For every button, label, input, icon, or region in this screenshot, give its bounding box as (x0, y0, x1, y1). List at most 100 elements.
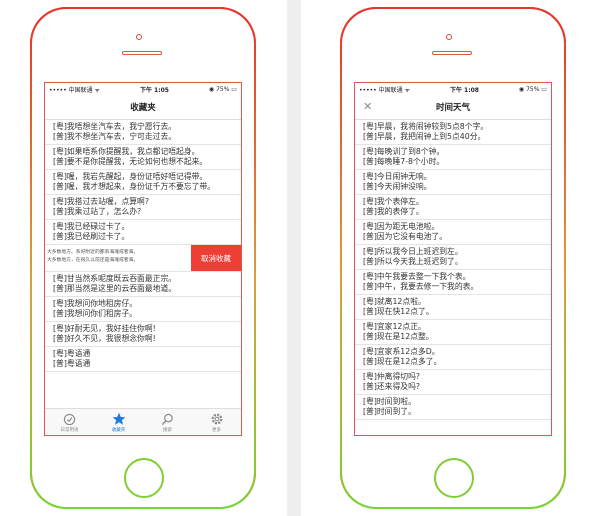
list-item[interactable]: [粤]每晚训了到8个钟。 [普]每晚睡7-8个小时。 (355, 145, 551, 170)
list-item[interactable]: [粤]我已经碌过卡了。 [普]我已经刷过卡了。 (45, 220, 241, 245)
cantonese-text: [粤]我想问你地租房仔。 (53, 299, 138, 308)
list-item[interactable]: [粤]时间到啦。 [普]时间到了。 (355, 395, 551, 420)
list-item[interactable]: [粤]所以我今日上班迟到左。 [普]所以今天我上班迟到了。 (355, 245, 551, 270)
panel-divider (287, 0, 301, 516)
mandarin-text: [普]我已经刷过卡了。 (53, 232, 130, 241)
list-item[interactable]: [粤]我想问你地租房仔。 [普]我想问你们租房子。 (45, 297, 241, 322)
status-bar: ••••• 中国联通 ᯤ 下午 1:05 ◉ 75% ▭ (45, 83, 241, 95)
mandarin-text: [普]所以今天我上班迟到了。 (363, 257, 463, 266)
earpiece-speaker (432, 51, 472, 55)
mandarin-text: [普]因为它没有电池了。 (363, 232, 448, 241)
cantonese-text: 大多数地方。系好附近的都系海滩或者海。 (47, 250, 139, 255)
home-button[interactable] (124, 458, 164, 498)
mandarin-text: [普]喔，我才想起来，身份证千万不要忘了带。 (53, 182, 216, 191)
cantonese-text: [粤]时间到啦。 (363, 397, 416, 406)
search-icon (161, 412, 174, 427)
battery-label: ◉ 75% ▭ (208, 85, 237, 93)
tab-label: 收藏夹 (111, 427, 126, 433)
page-title: 时间天气 (435, 103, 470, 113)
nav-bar: ✕ 时间天气 (355, 95, 551, 120)
tab-label: 日常用语 (60, 427, 79, 433)
cantonese-text: [粤]就离12点啦。 (363, 297, 426, 306)
mandarin-text: [普]每晚睡7-8个小时。 (363, 157, 445, 166)
status-time: 下午 1:05 (139, 86, 169, 94)
mandarin-text: [普]我不想坐汽车去，宁可走过去。 (53, 132, 177, 141)
cantonese-text: [粤]我个表停左。 (363, 197, 424, 206)
mandarin-text: [普]中午，我要去修一下我的表。 (363, 282, 479, 291)
earpiece-speaker (122, 51, 162, 55)
tab-daily-phrases[interactable]: 日常用语 (45, 409, 94, 435)
carrier-label: ••••• 中国联通 ᯤ (359, 86, 410, 94)
list-item[interactable]: [粤]仲离得切吗? [普]还来得及吗? (355, 370, 551, 395)
list-item[interactable]: [粤]宜家系12点多D。 [普]现在是12点多了。 (355, 345, 551, 370)
list-item[interactable]: [粤]粤语通 [普]粤语通 (45, 347, 241, 372)
cantonese-text: [粤]仲离得切吗? (363, 372, 421, 381)
mandarin-text: [普]还来得及吗? (363, 382, 421, 391)
battery-label: ◉ 75% ▭ (518, 85, 547, 93)
home-button[interactable] (434, 458, 474, 498)
mandarin-text: [普]现在快12点了。 (363, 307, 434, 316)
list-item[interactable]: [粤]甘当然系呢度既云吞面最正宗。 [普]那当然是这里的云吞面最地道。 (45, 272, 241, 297)
mandarin-text: 大多数地方，在很久以前还是海滩或者海。 (47, 258, 139, 263)
page-title: 收藏夹 (130, 103, 156, 113)
list-item[interactable]: [粤]就离12点啦。 [普]现在快12点了。 (355, 295, 551, 320)
mandarin-text: [普]今天闹钟没响。 (363, 182, 432, 191)
list-item[interactable]: [粤]好耐无见，我好挂住你啊! [普]好久不见，我很想念你啊! (45, 322, 241, 347)
tab-bar: 日常用语 收藏夹 搜索 更多 (45, 408, 241, 435)
cantonese-text: [粤]好耐无见，我好挂住你啊! (53, 324, 156, 333)
phone-frame-left: ••••• 中国联通 ᯤ 下午 1:05 ◉ 75% ▭ 收藏夹 [粤]我唔想坐… (30, 7, 256, 509)
mandarin-text: [普]我想问你们租房子。 (53, 309, 138, 318)
cantonese-text: [粤]粤语通 (53, 349, 91, 358)
mandarin-text: [普]那当然是这里的云吞面最地道。 (53, 284, 177, 293)
mandarin-text: [普]现在是12点多了。 (363, 357, 442, 366)
close-icon[interactable]: ✕ (363, 100, 372, 113)
cantonese-text: [粤]中午我要去整一下我个表。 (363, 272, 471, 281)
cantonese-text: [粤]每晚训了到8个钟。 (363, 147, 445, 156)
front-camera (136, 34, 142, 40)
cantonese-text: [粤]我搭过去站喔，点算啊? (53, 197, 149, 206)
mandarin-text: [普]现在是12点整。 (363, 332, 434, 341)
list-item[interactable]: [粤]我唔想坐汽车去，我宁愿行去。 [普]我不想坐汽车去，宁可走过去。 (45, 120, 241, 145)
front-camera (446, 34, 452, 40)
mandarin-text: [普]早晨，我把闹钟上到5点40分。 (363, 132, 486, 141)
tab-favorites[interactable]: 收藏夹 (94, 409, 143, 435)
list-item[interactable]: [粤]中午我要去整一下我个表。 [普]中午，我要去修一下我的表。 (355, 270, 551, 295)
cantonese-text: [粤]早晨，我将闹钟较到5点8个字。 (363, 122, 489, 131)
mandarin-text: [普]好久不见，我很想念你啊! (53, 334, 156, 343)
cantonese-text: [粤]我已经碌过卡了。 (53, 222, 130, 231)
tab-more[interactable]: 更多 (192, 409, 241, 435)
list-item[interactable]: [粤]我个表停左。 [普]我的表停了。 (355, 195, 551, 220)
mandarin-text: [普]要不是你提醒我，无论如何也想不起来。 (53, 157, 208, 166)
list-item[interactable]: [粤]宜家12点正。 [普]现在是12点整。 (355, 320, 551, 345)
screen-time-weather: ••••• 中国联通 ᯤ 下午 1:08 ◉ 75% ▭ ✕ 时间天气 [粤]早… (354, 82, 552, 436)
list-item[interactable]: [粤]因为距无电池啦。 [普]因为它没有电池了。 (355, 220, 551, 245)
list-item[interactable]: [粤]早晨，我将闹钟较到5点8个字。 [普]早晨，我把闹钟上到5点40分。 (355, 120, 551, 145)
list-item[interactable]: [粤]喔，我岩先醒起，身份证唔好唔记得带。 [普]喔，我才想起来，身份证千万不要忘… (45, 170, 241, 195)
phrase-list: [粤]我唔想坐汽车去，我宁愿行去。 [普]我不想坐汽车去，宁可走过去。 [粤]如果… (45, 120, 241, 372)
cantonese-text: [粤]因为距无电池啦。 (363, 222, 440, 231)
phone-frame-right: ••••• 中国联通 ᯤ 下午 1:08 ◉ 75% ▭ ✕ 时间天气 [粤]早… (340, 7, 566, 509)
swiped-list-item[interactable]: 大多数地方。系好附近的都系海滩或者海。 大多数地方，在很久以前还是海滩或者海。 … (45, 245, 241, 272)
swiped-item-text: 大多数地方。系好附近的都系海滩或者海。 大多数地方，在很久以前还是海滩或者海。 (45, 249, 195, 265)
status-bar: ••••• 中国联通 ᯤ 下午 1:08 ◉ 75% ▭ (355, 83, 551, 95)
tab-search[interactable]: 搜索 (143, 409, 192, 435)
nav-bar: 收藏夹 (45, 95, 241, 120)
cantonese-text: [粤]我唔想坐汽车去，我宁愿行去。 (53, 122, 177, 131)
unfavorite-button[interactable]: 取消收藏 (191, 245, 241, 271)
mandarin-text: [普]时间到了。 (363, 407, 416, 416)
list-item[interactable]: [粤]我搭过去站喔，点算啊? [普]我乘过站了，怎么办? (45, 195, 241, 220)
tab-label: 搜索 (163, 427, 172, 433)
list-item[interactable]: [粤]今日闹钟无响。 [普]今天闹钟没响。 (355, 170, 551, 195)
cantonese-text: [粤]今日闹钟无响。 (363, 172, 432, 181)
cantonese-text: [粤]甘当然系呢度既云吞面最正宗。 (53, 274, 177, 283)
carrier-label: ••••• 中国联通 ᯤ (49, 86, 100, 94)
list-item[interactable]: [粤]如果唔系你提醒我，我点都记唔起身。 [普]要不是你提醒我，无论如何也想不起来… (45, 145, 241, 170)
mandarin-text: [普]粤语通 (53, 359, 91, 368)
cantonese-text: [粤]宜家系12点多D。 (363, 347, 440, 356)
mandarin-text: [普]我的表停了。 (363, 207, 424, 216)
phrase-list: [粤]早晨，我将闹钟较到5点8个字。 [普]早晨，我把闹钟上到5点40分。 [粤]… (355, 120, 551, 420)
cantonese-text: [粤]如果唔系你提醒我，我点都记唔起身。 (53, 147, 200, 156)
cantonese-text: [粤]宜家12点正。 (363, 322, 426, 331)
star-icon (112, 412, 126, 427)
cantonese-text: [粤]所以我今日上班迟到左。 (363, 247, 463, 256)
